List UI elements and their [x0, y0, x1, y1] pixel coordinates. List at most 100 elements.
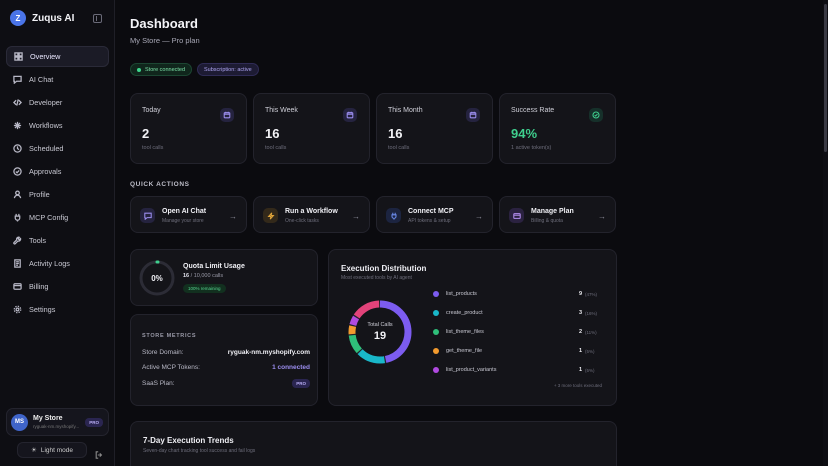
- sidebar-item-label: Overview: [30, 52, 61, 61]
- quota-remaining-badge: 100% remaining: [183, 284, 226, 293]
- sidebar-item-scheduled[interactable]: Scheduled: [6, 138, 109, 159]
- stat-value: 94%: [511, 126, 538, 141]
- sidebar-item-workflows[interactable]: Workflows: [6, 115, 109, 136]
- metric-value[interactable]: 1 connected: [272, 364, 310, 371]
- stat-card-this-month: This Month 16 tool calls: [376, 93, 493, 164]
- chat-icon: [140, 208, 155, 223]
- legend-name: list_product_variants: [446, 367, 497, 373]
- plan-badge: PRO: [85, 418, 103, 427]
- execution-distribution-title: Execution Distribution: [341, 264, 427, 273]
- sidebar: Z Zuqus AI Overview AI Chat Developer Wo…: [0, 0, 115, 466]
- check-circle-icon: [589, 108, 603, 122]
- brand-name: Zuqus AI: [32, 12, 75, 24]
- grid-icon: [14, 52, 23, 61]
- sidebar-item-approvals[interactable]: Approvals: [6, 161, 109, 182]
- sidebar-item-ai-chat[interactable]: AI Chat: [6, 69, 109, 90]
- sidebar-item-billing[interactable]: Billing: [6, 276, 109, 297]
- quick-action-title: Run a Workflow: [285, 208, 338, 215]
- stat-sub: tool calls: [142, 145, 164, 151]
- arrow-right-icon: →: [229, 212, 237, 221]
- clock-icon: [13, 144, 22, 153]
- stat-label: This Week: [265, 107, 298, 114]
- store-status-badge: Store connected: [130, 63, 193, 76]
- legend-count: 1: [578, 367, 582, 373]
- execution-distribution-card: Execution Distribution Most executed too…: [328, 249, 617, 406]
- metric-key: SaaS Plan:: [142, 379, 175, 387]
- wrench-icon: [13, 236, 22, 245]
- legend-item: create_product 3 (16%): [433, 308, 603, 318]
- scrollbar-thumb[interactable]: [824, 4, 827, 152]
- stat-sub: tool calls: [388, 145, 410, 151]
- metric-row: Store Domain: ryguak-nm.myshopify.com: [142, 346, 310, 358]
- donut-center: Total Calls 19: [346, 298, 414, 366]
- sidebar-nav: Overview AI Chat Developer Workflows Sch…: [6, 46, 109, 322]
- metric-row: Active MCP Tokens: 1 connected: [142, 361, 310, 373]
- subscription-badge: Subscription: active: [197, 63, 259, 76]
- sidebar-item-label: Scheduled: [29, 144, 64, 153]
- sidebar-item-activity-logs[interactable]: Activity Logs: [6, 253, 109, 274]
- stat-value: 16: [388, 126, 403, 141]
- legend-item: list_products 9 (47%): [433, 289, 603, 299]
- plug-icon: [13, 213, 22, 222]
- stat-label: This Month: [388, 107, 423, 114]
- workflow-icon: [13, 121, 22, 130]
- sidebar-item-profile[interactable]: Profile: [6, 184, 109, 205]
- store-switcher[interactable]: MS My Store ryguak-nm.myshopify... PRO: [6, 408, 109, 436]
- sidebar-item-developer[interactable]: Developer: [6, 92, 109, 113]
- legend-name: list_theme_files: [446, 329, 484, 335]
- plug-icon: [386, 208, 401, 223]
- trends-title: 7-Day Execution Trends: [143, 436, 234, 445]
- quick-action-sub: Manage your store: [162, 218, 204, 224]
- avatar: MS: [11, 413, 28, 431]
- legend-percent: (47%): [585, 291, 598, 297]
- sidebar-item-settings[interactable]: Settings: [6, 299, 109, 320]
- sidebar-item-mcp-config[interactable]: MCP Config: [6, 207, 109, 228]
- sidebar-item-label: Billing: [29, 282, 49, 291]
- app-window: Z Zuqus AI Overview AI Chat Developer Wo…: [0, 0, 828, 466]
- sun-icon: ☀: [31, 447, 37, 454]
- store-info: My Store ryguak-nm.myshopify...: [33, 415, 79, 429]
- light-mode-label: Light mode: [40, 446, 73, 454]
- quick-action-manage-plan[interactable]: Manage Plan Billing & quota →: [499, 196, 616, 233]
- legend-percent: (16%): [585, 310, 598, 316]
- store-metrics-title: STORE METRICS: [142, 333, 197, 339]
- stat-label: Today: [142, 107, 161, 114]
- legend-dot: [433, 310, 439, 316]
- legend-name: list_products: [446, 291, 477, 297]
- arrow-right-icon: →: [352, 212, 360, 221]
- metric-value: ryguak-nm.myshopify.com: [227, 348, 310, 356]
- legend-dot: [433, 329, 439, 335]
- stat-label: Success Rate: [511, 107, 555, 114]
- quick-action-connect-mcp[interactable]: Connect MCP API tokens & setup →: [376, 196, 493, 233]
- stat-sub: tool calls: [265, 145, 287, 151]
- sidebar-item-label: Activity Logs: [29, 259, 70, 268]
- sidebar-collapse-icon[interactable]: [93, 14, 102, 23]
- quick-action-run-workflow[interactable]: Run a Workflow One-click tasks →: [253, 196, 370, 233]
- legend-item: list_theme_files 2 (11%): [433, 327, 603, 337]
- code-icon: [13, 98, 22, 107]
- sidebar-item-overview[interactable]: Overview: [6, 46, 109, 67]
- sidebar-item-label: Profile: [29, 190, 50, 199]
- metric-value: PRO: [292, 378, 310, 388]
- sidebar-item-label: Settings: [29, 305, 56, 314]
- quick-action-open-ai-chat[interactable]: Open AI Chat Manage your store →: [130, 196, 247, 233]
- store-name: My Store: [33, 415, 63, 422]
- logout-icon[interactable]: [95, 446, 103, 459]
- brand[interactable]: Z Zuqus AI: [10, 10, 74, 26]
- sidebar-item-tools[interactable]: Tools: [6, 230, 109, 251]
- legend-count: 2: [578, 329, 582, 335]
- sidebar-item-label: Approvals: [29, 167, 62, 176]
- store-domain: ryguak-nm.myshopify...: [33, 424, 80, 429]
- stat-card-today: Today 2 tool calls: [130, 93, 247, 164]
- page-title: Dashboard: [130, 16, 198, 31]
- sidebar-item-label: Workflows: [29, 121, 63, 130]
- execution-distribution-subtitle: Most executed tools by AI agent: [341, 275, 412, 281]
- gear-icon: [13, 305, 22, 314]
- light-mode-button[interactable]: ☀ Light mode: [17, 442, 87, 458]
- execution-trends-card: 7-Day Execution Trends Seven-day chart t…: [130, 421, 617, 466]
- quick-action-sub: Billing & quota: [531, 218, 563, 224]
- legend-item: get_theme_file 1 (5%): [433, 346, 603, 356]
- quick-action-sub: API tokens & setup: [408, 218, 451, 224]
- legend-dot: [433, 348, 439, 354]
- sidebar-item-label: Developer: [29, 98, 63, 107]
